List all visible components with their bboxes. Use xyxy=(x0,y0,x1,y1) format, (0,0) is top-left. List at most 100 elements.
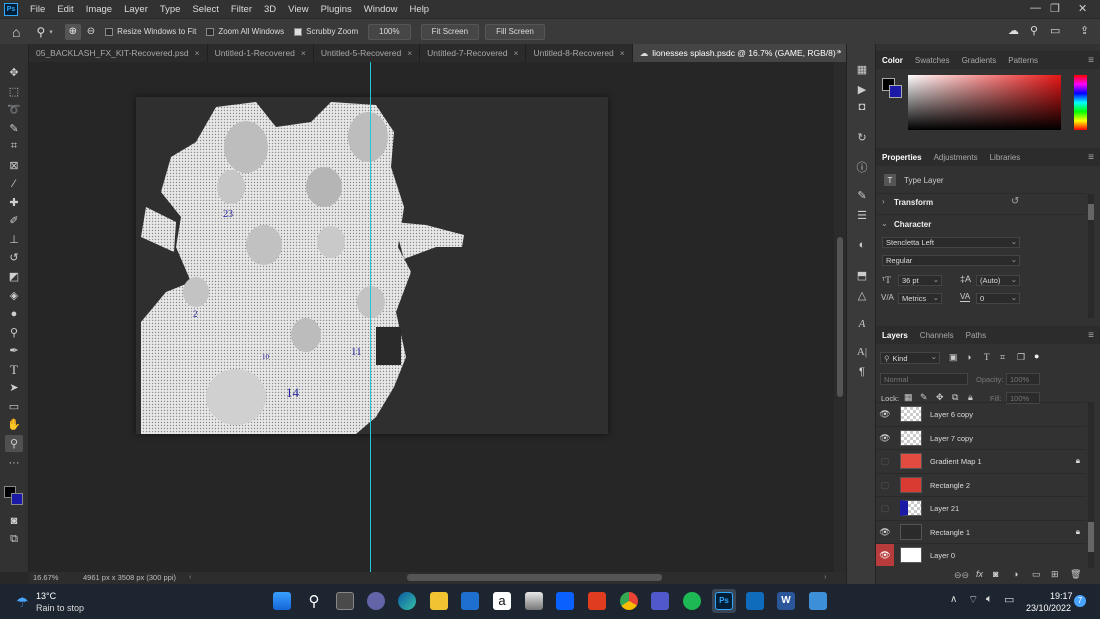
chevron-down-icon[interactable]: ▾ xyxy=(49,28,53,36)
paint-bucket-icon[interactable]: ◈ xyxy=(5,287,23,304)
delete-layer-icon[interactable]: 🗑︎ xyxy=(1070,569,1081,580)
zoom-level[interactable]: 16.67% xyxy=(33,573,58,582)
share-icon[interactable]: ⇪ xyxy=(1080,24,1089,37)
fx-icon[interactable]: fx xyxy=(976,569,983,579)
scroll-right-icon[interactable]: › xyxy=(824,572,827,581)
layer-row-rectangle-1[interactable]: 👁︎ Rectangle 1 🔒︎ xyxy=(876,520,1086,543)
filter-smart-object-icon[interactable]: ❐ xyxy=(1017,352,1025,363)
hue-slider[interactable] xyxy=(1074,75,1087,130)
eye-icon[interactable]: 👁︎ xyxy=(876,527,894,538)
filter-adjustment-icon[interactable]: ◑ xyxy=(966,352,971,362)
type-tool-icon[interactable]: T xyxy=(5,361,23,378)
filter-toggle-icon[interactable]: ● xyxy=(1034,351,1039,361)
notification-badge[interactable]: 7 xyxy=(1074,595,1086,607)
pen-tool-icon[interactable]: ✒ xyxy=(5,342,23,359)
history-icon[interactable]: ↻ xyxy=(855,130,869,144)
tab-layers[interactable]: Layers xyxy=(876,326,914,344)
font-style-select[interactable]: Regular ⌄ xyxy=(882,255,1020,266)
menu-type[interactable]: Type xyxy=(154,4,187,15)
tab-backlash[interactable]: 05_BACKLASH_FX_KIT-Recovered.psd × xyxy=(29,44,208,62)
glyphs-icon[interactable]: A xyxy=(855,317,869,331)
filter-type-icon[interactable]: T xyxy=(984,352,990,362)
tab-adjustments[interactable]: Adjustments xyxy=(928,148,984,166)
leading-field[interactable]: (Auto) ⌄ xyxy=(976,275,1020,286)
volume-icon[interactable]: 🔈︎ xyxy=(986,593,993,606)
tracking-field[interactable]: 0 ⌄ xyxy=(976,293,1020,304)
task-view-icon[interactable] xyxy=(336,592,354,610)
new-layer-icon[interactable]: ⊞ xyxy=(1051,569,1059,580)
battery-icon[interactable]: ▭ xyxy=(1004,593,1014,606)
edge-icon[interactable] xyxy=(398,592,416,610)
chrome-icon[interactable] xyxy=(620,592,638,610)
character-section[interactable]: Character xyxy=(894,220,931,229)
lasso-tool-icon[interactable]: ➰ xyxy=(5,101,23,118)
tab-swatches[interactable]: Swatches xyxy=(909,51,956,69)
eye-icon[interactable]: 👁︎ xyxy=(876,544,894,566)
panel-collapse-icon[interactable]: » xyxy=(836,46,841,56)
spotify-icon[interactable] xyxy=(683,592,701,610)
close-tab-icon[interactable]: × xyxy=(620,48,625,58)
close-tab-icon[interactable]: × xyxy=(301,48,306,58)
menu-filter[interactable]: Filter xyxy=(225,4,258,15)
tab-untitled-1[interactable]: Untitled-1-Recovered × xyxy=(208,44,314,62)
scrubby-zoom-checkbox[interactable]: Scrubby Zoom xyxy=(294,27,358,36)
eraser-tool-icon[interactable]: ◩ xyxy=(5,268,23,285)
layer-row-layer-0[interactable]: 👁︎ Layer 0 xyxy=(876,543,1086,566)
office-icon[interactable] xyxy=(588,592,606,610)
fit-screen-button[interactable]: Fit Screen xyxy=(420,23,480,40)
clock-date[interactable]: 23/10/2022 xyxy=(1026,603,1071,613)
tab-paths[interactable]: Paths xyxy=(960,326,992,344)
font-family-select[interactable]: Stencletta Left ⌄ xyxy=(882,237,1020,248)
menu-edit[interactable]: Edit xyxy=(51,4,79,15)
zoom-in-icon[interactable]: ⊕ xyxy=(64,23,81,40)
tab-lionesses-splash[interactable]: ☁ lionesses splash.psdc @ 16.7% (GAME, RG… xyxy=(632,44,861,62)
hidden-eye-icon[interactable]: ▢ xyxy=(876,456,894,467)
teams-chat-icon[interactable] xyxy=(367,592,385,610)
panel-menu-icon[interactable]: ≡ xyxy=(1088,330,1094,341)
scroll-thumb[interactable] xyxy=(837,237,843,397)
font-size-field[interactable]: 36 pt ⌄ xyxy=(898,275,942,286)
plugin-icon[interactable]: ◘ xyxy=(855,100,869,114)
rectangle-tool-icon[interactable]: ▭ xyxy=(5,398,23,415)
marquee-tool-icon[interactable]: ⬚ xyxy=(5,83,23,100)
amazon-icon[interactable]: a xyxy=(493,592,511,610)
mail-icon[interactable] xyxy=(461,592,479,610)
store-icon[interactable] xyxy=(525,592,543,610)
path-select-icon[interactable]: ➤ xyxy=(5,379,23,396)
restore-icon[interactable]: ❐ xyxy=(1050,2,1060,15)
hand-tool-icon[interactable]: ✋ xyxy=(5,416,23,433)
file-explorer-icon[interactable] xyxy=(430,592,448,610)
kerning-field[interactable]: Metrics ⌄ xyxy=(898,293,942,304)
libraries-icon[interactable]: ▦ xyxy=(855,62,869,76)
panel-menu-icon[interactable]: ≡ xyxy=(1088,152,1094,163)
menu-layer[interactable]: Layer xyxy=(118,4,154,15)
play-action-icon[interactable]: ▶ xyxy=(855,82,869,96)
tab-patterns[interactable]: Patterns xyxy=(1002,51,1044,69)
resize-windows-checkbox[interactable]: Resize Windows to Fit xyxy=(105,27,196,36)
tool-presets-icon[interactable]: △ xyxy=(855,288,869,302)
menu-help[interactable]: Help xyxy=(404,4,436,15)
menu-view[interactable]: View xyxy=(282,4,314,15)
document-canvas[interactable]: 23 2 14 11 10 xyxy=(136,97,608,434)
color-field[interactable] xyxy=(908,75,1061,130)
history-brush-icon[interactable]: ↺ xyxy=(5,249,23,266)
close-icon[interactable]: ✕ xyxy=(1078,2,1087,15)
tab-channels[interactable]: Channels xyxy=(914,326,960,344)
filter-pixel-icon[interactable]: ▣ xyxy=(949,352,958,363)
brush-settings-icon[interactable]: ✎ xyxy=(855,188,869,202)
zoom-value-field[interactable]: 100% xyxy=(368,23,411,40)
layer-row-rectangle-2[interactable]: ▢ Rectangle 2 xyxy=(876,473,1086,496)
scroll-left-icon[interactable]: ‹ xyxy=(189,572,192,581)
menu-plugins[interactable]: Plugins xyxy=(315,4,358,15)
zoom-tool-icon[interactable]: ⚲ xyxy=(36,25,45,39)
clock-time[interactable]: 19:17 xyxy=(1050,591,1073,601)
quick-mask-icon[interactable]: ◙ xyxy=(5,512,23,529)
link-layers-icon[interactable]: ⊖⊖ xyxy=(954,570,969,581)
horizontal-scroll-thumb[interactable] xyxy=(407,574,662,581)
show-hidden-icons-chevron[interactable]: ∧ xyxy=(950,594,957,605)
dodge-tool-icon[interactable]: ⚲ xyxy=(5,324,23,341)
frame-tool-icon[interactable]: ⊠ xyxy=(5,157,23,174)
adjustment-layer-icon[interactable]: ◑ xyxy=(1013,569,1018,579)
move-tool-icon[interactable]: ✥ xyxy=(5,64,23,81)
tab-gradients[interactable]: Gradients xyxy=(956,51,1003,69)
